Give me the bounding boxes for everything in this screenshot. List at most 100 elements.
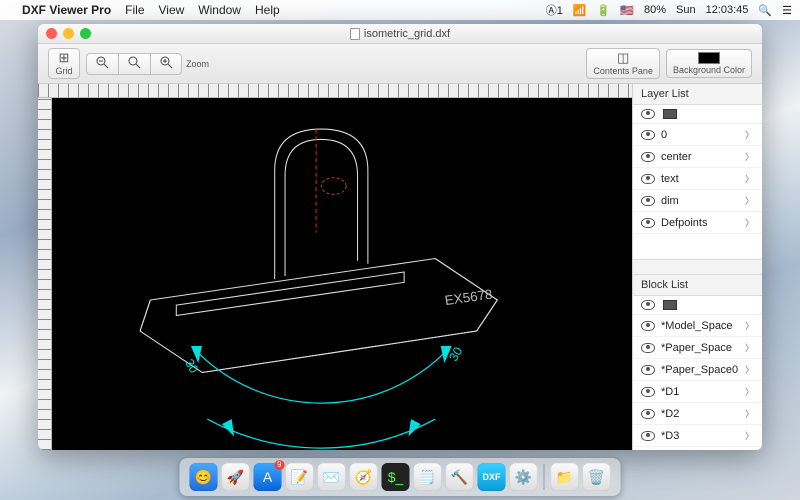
visibility-icon[interactable] [641,130,655,140]
preferences-icon[interactable]: ⚙️ [510,463,538,491]
canvas-area: EX5678 30 30 120 [38,84,632,450]
layer-row[interactable]: dim〉 [633,190,762,212]
block-tools [633,296,762,315]
block-row[interactable]: *Paper_Space〉 [633,337,762,359]
visibility-icon[interactable] [641,300,655,310]
zoom-in-button[interactable] [150,53,182,75]
flag-icon[interactable]: 🇺🇸 [620,4,634,17]
terminal-icon[interactable]: $_ [382,463,410,491]
drawing-canvas[interactable]: EX5678 30 30 120 [52,98,632,450]
zoom-label: Zoom [186,59,209,69]
wifi-icon[interactable]: 📶 [573,4,587,17]
contents-pane-button[interactable]: ◫Contents Pane [586,48,660,79]
side-panel: Layer List 0〉 center〉 text〉 dim〉 Defpoin… [632,84,762,450]
launchpad-icon[interactable]: 🚀 [222,463,250,491]
layer-list: 0〉 center〉 text〉 dim〉 Defpoints〉 [633,124,762,259]
horizontal-ruler [38,84,632,98]
chevron-right-icon: 〉 [745,385,754,398]
chevron-right-icon: 〉 [745,216,754,229]
document-title: isometric_grid.dxf [364,28,450,40]
traffic-lights[interactable] [46,28,91,39]
toolbar: ⊞Grid Zoom ◫Contents Pane Background Col… [38,44,762,84]
block-row[interactable]: *D1〉 [633,381,762,403]
pane-icon: ◫ [617,51,629,65]
visibility-icon[interactable] [641,409,655,419]
chevron-right-icon: 〉 [745,429,754,442]
document-icon [350,28,360,40]
block-list: *Model_Space〉 *Paper_Space〉 *Paper_Space… [633,315,762,450]
color-swatch-icon[interactable] [663,109,677,119]
block-list-header: Block List [633,275,762,296]
trash-icon[interactable]: 🗑️ [583,463,611,491]
system-menubar: DXF Viewer Pro File View Window Help Ⓐ1 … [0,0,800,20]
visibility-icon[interactable] [641,343,655,353]
part-label: EX5678 [444,287,493,309]
color-swatch-icon [698,52,720,64]
spotlight-icon[interactable]: 🔍 [758,4,772,17]
zoom-button[interactable] [80,28,91,39]
appstore-icon[interactable]: A [254,463,282,491]
chevron-right-icon: 〉 [745,319,754,332]
dock-divider [544,464,545,490]
menu-view[interactable]: View [159,3,185,17]
drawing: EX5678 30 30 120 [52,98,632,450]
zoom-fit-icon [128,56,141,72]
visibility-icon[interactable] [641,387,655,397]
safari-icon[interactable]: 🧭 [350,463,378,491]
zoom-out-icon [96,56,109,72]
clock-time: 12:03:45 [706,4,749,16]
downloads-icon[interactable]: 📁 [551,463,579,491]
visibility-icon[interactable] [641,174,655,184]
chevron-right-icon: 〉 [745,194,754,207]
clock-day: Sun [676,4,696,16]
finder-icon[interactable]: 😊 [190,463,218,491]
visibility-icon[interactable] [641,196,655,206]
block-row[interactable]: *Paper_Space0〉 [633,359,762,381]
app-window: isometric_grid.dxf ⊞Grid Zoom ◫Contents … [38,24,762,450]
layer-row[interactable]: Defpoints〉 [633,212,762,234]
menu-help[interactable]: Help [255,3,280,17]
visibility-icon[interactable] [641,321,655,331]
minimize-button[interactable] [63,28,74,39]
block-row[interactable]: *D3〉 [633,425,762,447]
chevron-right-icon: 〉 [745,407,754,420]
vertical-ruler [38,98,52,450]
visibility-icon[interactable] [641,109,655,119]
battery-icon[interactable]: 🔋 [597,4,611,17]
battery-percent: 80% [644,4,666,16]
window-titlebar[interactable]: isometric_grid.dxf [38,24,762,44]
block-row[interactable]: *Model_Space〉 [633,315,762,337]
visibility-icon[interactable] [641,218,655,228]
layer-row[interactable]: 0〉 [633,124,762,146]
layer-row[interactable]: center〉 [633,146,762,168]
block-row[interactable]: *D2〉 [633,403,762,425]
grid-icon: ⊞ [59,51,70,65]
dxf-viewer-icon[interactable]: DXF [478,463,506,491]
xcode-icon[interactable]: 🔨 [446,463,474,491]
mail-icon[interactable]: ✉️ [318,463,346,491]
notes-icon[interactable]: 🗒️ [414,463,442,491]
notification-center-icon[interactable]: ☰ [782,4,792,17]
layer-row[interactable]: text〉 [633,168,762,190]
dock[interactable]: 😊 🚀 A 📝 ✉️ 🧭 $_ 🗒️ 🔨 DXF ⚙️ 📁 🗑️ [180,458,621,496]
background-color-button[interactable]: Background Color [666,49,752,78]
chevron-right-icon: 〉 [745,363,754,376]
menu-window[interactable]: Window [198,3,241,17]
app-menu[interactable]: DXF Viewer Pro [22,3,111,17]
visibility-icon[interactable] [641,152,655,162]
zoom-fit-button[interactable] [118,53,150,75]
zoom-out-button[interactable] [86,53,118,75]
chevron-right-icon: 〉 [745,341,754,354]
menu-file[interactable]: File [125,3,144,17]
chevron-right-icon: 〉 [745,172,754,185]
textedit-icon[interactable]: 📝 [286,463,314,491]
close-button[interactable] [46,28,57,39]
layer-list-header: Layer List [633,84,762,105]
visibility-icon[interactable] [641,365,655,375]
color-swatch-icon[interactable] [663,300,677,310]
grid-button[interactable]: ⊞Grid [48,48,80,79]
chevron-right-icon: 〉 [745,150,754,163]
chevron-right-icon: 〉 [745,128,754,141]
adobe-status-icon: Ⓐ1 [546,2,563,18]
visibility-icon[interactable] [641,431,655,441]
